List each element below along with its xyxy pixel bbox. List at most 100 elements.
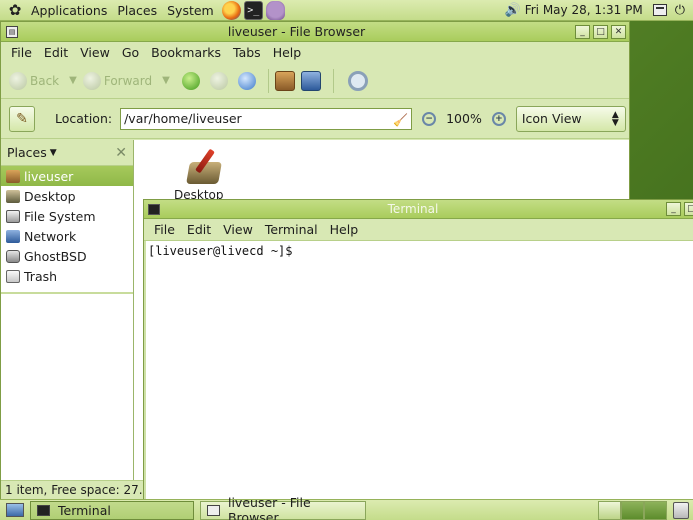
view-mode-value: Icon View [521,111,582,126]
location-label: Location: [55,111,113,126]
sidebar-item-network[interactable]: Network [1,226,133,246]
task-label: Terminal [58,502,111,518]
sidebar-item-file-system[interactable]: File System [1,206,133,226]
menu-help[interactable]: Help [267,45,308,60]
search-icon[interactable] [347,70,368,91]
taskbar-file-browser-button[interactable]: liveuser - File Browser [200,495,366,520]
menu-file[interactable]: File [148,222,181,237]
workspace-switcher [598,500,667,520]
minimize-button[interactable]: _ [575,24,590,39]
forward-button[interactable]: Forward [82,71,152,90]
volume-icon[interactable]: 🔊 [505,3,521,18]
back-label: Back [30,73,60,88]
shell-prompt: [liveuser@livecd ~]$ [148,244,293,258]
minimize-button[interactable]: _ [666,202,681,216]
zoom-out-icon[interactable]: − [422,111,437,126]
close-sidebar-icon[interactable]: ✕ [115,145,127,161]
status-text: 1 item, Free space: 27.1 [5,483,151,497]
terminal-window: Terminal _ □ File Edit View Terminal Hel… [143,199,693,500]
sidebar-item-label: Trash [24,268,58,284]
system-menu[interactable]: System [162,0,219,21]
places-menu[interactable]: Places [112,0,162,21]
sidebar-separator [1,292,133,294]
sidebar-item-liveuser[interactable]: liveuser [1,166,133,186]
terminal-titlebar[interactable]: Terminal _ □ [144,200,693,219]
taskbar-terminal-button[interactable]: Terminal [30,500,194,520]
pidgin-launcher-icon[interactable] [265,0,285,20]
task-label: liveuser - File Browser [227,495,311,520]
trash-icon [6,269,20,283]
sidebar-item-label: GhostBSD [24,248,87,264]
toolbar-separator [332,68,334,93]
computer-icon[interactable] [300,70,321,91]
file-browser-icon [207,504,220,516]
terminal-window-icon[interactable] [148,203,160,215]
menu-edit[interactable]: Edit [181,222,217,237]
sidebar-item-label: Desktop [24,188,76,204]
show-desktop-icon[interactable] [6,503,24,517]
zoom-level[interactable]: 100% [446,111,482,126]
menu-view[interactable]: View [217,222,259,237]
zoom-in-icon[interactable]: + [491,111,506,126]
home-folder-icon[interactable] [274,70,295,91]
clear-broom-icon[interactable]: 🧹 [393,110,408,130]
top-panel: ✿ Applications Places System >_ 🔊 Fri Ma… [0,0,693,21]
terminal-title: Terminal [387,202,439,216]
bottom-panel: Terminal liveuser - File Browser [0,495,693,520]
sidebar-title[interactable]: Places [7,145,47,160]
maximize-button[interactable]: □ [684,202,693,216]
drive-icon [6,249,20,263]
stop-icon[interactable] [209,71,228,90]
window-list-icon[interactable] [652,4,667,16]
clock[interactable]: Fri May 28, 1:31 PM [525,3,643,17]
menu-terminal[interactable]: Terminal [259,222,324,237]
window-title: liveuser - File Browser [227,24,366,39]
back-history-dropdown-icon[interactable]: ▼ [69,75,77,86]
menu-tabs[interactable]: Tabs [227,45,267,60]
sidebar-item-trash[interactable]: Trash [1,266,133,286]
forward-history-dropdown-icon[interactable]: ▼ [162,75,170,86]
location-bar: ✎ Location: /var/home/liveuser 🧹 − 100% … [1,99,629,139]
applications-menu[interactable]: Applications [26,0,112,21]
workspace-3[interactable] [644,500,667,520]
terminal-left-border [144,241,146,500]
terminal-output[interactable]: [liveuser@livecd ~]$ [144,241,693,261]
menu-go[interactable]: Go [116,45,145,60]
sidebar-item-label: liveuser [24,168,74,184]
location-value: /var/home/liveuser [124,110,242,126]
toggle-location-edit-button[interactable]: ✎ [9,105,35,132]
gnome-foot-icon[interactable]: ✿ [4,0,26,21]
trash-icon[interactable] [673,501,689,519]
reload-icon[interactable] [237,71,256,90]
terminal-launcher-icon[interactable]: >_ [243,0,263,20]
terminal-icon [37,504,50,516]
chevron-down-icon[interactable]: ▼ [50,148,57,158]
terminal-menubar: File Edit View Terminal Help [144,219,693,241]
close-button[interactable]: ✕ [611,24,626,39]
shutdown-icon[interactable]: ⏻ [675,3,685,18]
desktop-folder-icon[interactable] [184,148,224,186]
workspace-1[interactable] [598,500,621,520]
sidebar-item-label: File System [24,208,96,224]
home-folder-icon [6,169,20,183]
menu-help[interactable]: Help [324,222,365,237]
file-browser-titlebar[interactable]: ▤ liveuser - File Browser _ □ ✕ [1,22,629,42]
back-arrow-icon [9,71,27,90]
location-input[interactable]: /var/home/liveuser 🧹 [120,107,413,130]
sidebar-header: Places ▼ ✕ [1,140,133,166]
menu-view[interactable]: View [74,45,116,60]
desktop-icon [6,189,20,203]
window-menu-icon[interactable]: ▤ [6,25,18,38]
maximize-button[interactable]: □ [593,24,608,39]
menu-edit[interactable]: Edit [38,45,74,60]
back-button[interactable]: Back [9,71,60,90]
up-arrow-icon[interactable] [181,71,200,90]
firefox-launcher-icon[interactable] [221,0,241,20]
menu-file[interactable]: File [5,45,38,60]
view-mode-select[interactable]: Icon View ▲ ▼ [515,105,626,132]
menu-bookmarks[interactable]: Bookmarks [145,45,227,60]
workspace-2[interactable] [621,500,644,520]
pencil-note-icon: ✎ [16,110,28,127]
sidebar-item-desktop[interactable]: Desktop [1,186,133,206]
sidebar-item-ghostbsd[interactable]: GhostBSD [1,246,133,266]
